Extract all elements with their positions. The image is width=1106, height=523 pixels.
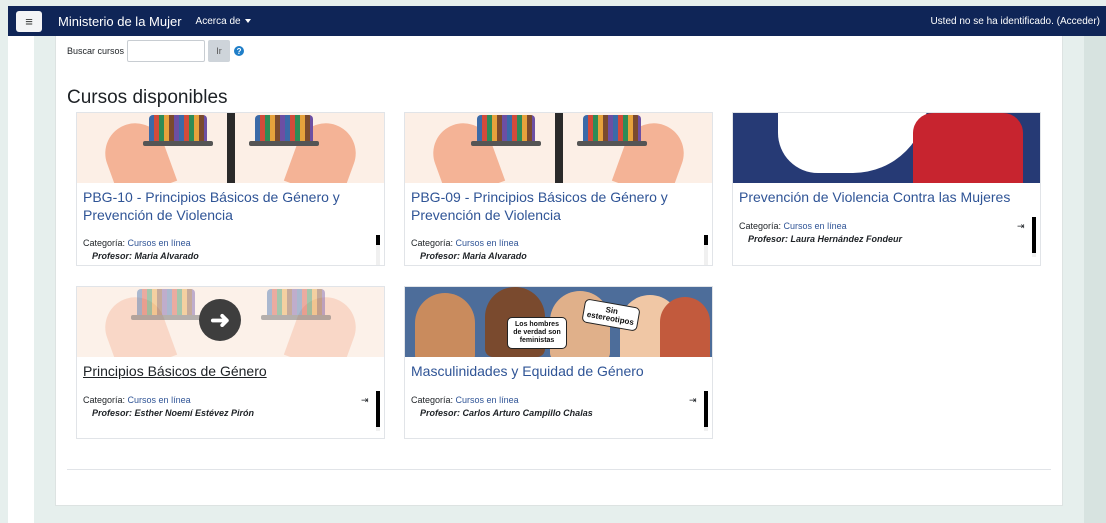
acerca-label: Acerca de bbox=[195, 15, 241, 27]
sign-in-icon[interactable]: ⇥ bbox=[689, 395, 697, 406]
arrow-right-icon: ➜ bbox=[199, 299, 241, 341]
course-title-link[interactable]: Prevención de Violencia Contra las Mujer… bbox=[739, 188, 1019, 206]
left-gutter bbox=[8, 36, 34, 523]
search-label: Buscar cursos bbox=[67, 46, 125, 56]
sign-in-icon[interactable]: ⇥ bbox=[1017, 221, 1025, 232]
category-link[interactable]: Cursos en línea bbox=[128, 238, 191, 248]
course-card: Los hombres de verdad son feministas Sin… bbox=[404, 286, 713, 439]
scrollbar[interactable] bbox=[704, 235, 708, 265]
scrollbar[interactable] bbox=[1032, 217, 1036, 257]
caret-down-icon bbox=[244, 19, 251, 23]
course-professor: Profesor: Carlos Arturo Campillo Chalas bbox=[420, 408, 593, 418]
course-image-scale-arrow[interactable]: ➜ bbox=[77, 287, 384, 357]
course-image-scale[interactable] bbox=[405, 113, 712, 183]
course-card: PBG-09 - Principios Básicos de Género y … bbox=[404, 112, 713, 266]
course-image-cartoon[interactable]: Los hombres de verdad son feministas Sin… bbox=[405, 287, 712, 357]
site-brand[interactable]: Ministerio de la Mujer bbox=[58, 14, 182, 29]
category-label: Categoría: bbox=[83, 395, 126, 405]
course-search-form: Buscar cursos Ir ? bbox=[67, 40, 245, 62]
scrollbar[interactable] bbox=[704, 391, 708, 431]
category-link[interactable]: Cursos en línea bbox=[456, 395, 519, 405]
course-category: Categoría: Cursos en línea bbox=[83, 238, 191, 248]
course-category: Categoría: Cursos en línea bbox=[411, 238, 519, 248]
search-input[interactable] bbox=[127, 40, 206, 62]
course-image-scale[interactable] bbox=[77, 113, 384, 183]
category-link[interactable]: Cursos en línea bbox=[128, 395, 191, 405]
acerca-dropdown[interactable]: Acerca de bbox=[196, 16, 251, 27]
category-label: Categoría: bbox=[83, 238, 126, 248]
help-icon[interactable]: ? bbox=[234, 46, 245, 56]
course-professor: Profesor: Laura Hernández Fondeur bbox=[748, 234, 903, 244]
course-title-link[interactable]: Principios Básicos de Género bbox=[83, 362, 363, 380]
course-title-link[interactable]: PBG-09 - Principios Básicos de Género y … bbox=[411, 188, 691, 224]
course-card: Prevención de Violencia Contra las Mujer… bbox=[732, 112, 1041, 266]
course-card: ➜ Principios Básicos de Género Categoría… bbox=[76, 286, 385, 439]
category-link[interactable]: Cursos en línea bbox=[456, 238, 519, 248]
login-status-link[interactable]: Usted no se ha identificado. (Acceder) bbox=[930, 16, 1100, 27]
top-navbar: ≡ Ministerio de la Mujer Acerca de Usted… bbox=[8, 6, 1106, 36]
course-category: Categoría: Cursos en línea bbox=[411, 395, 519, 405]
course-professor: Profesor: Maria Alvarado bbox=[92, 251, 199, 261]
category-label: Categoría: bbox=[411, 238, 454, 248]
category-label: Categoría: bbox=[411, 395, 454, 405]
category-label: Categoría: bbox=[739, 221, 782, 231]
speech-bubble-left: Los hombres de verdad son feministas bbox=[507, 317, 567, 349]
course-professor: Profesor: Esther Noemí Estévez Pirón bbox=[92, 408, 255, 418]
scrollbar[interactable] bbox=[376, 235, 380, 265]
section-title: Cursos disponibles bbox=[67, 87, 228, 108]
hamburger-icon[interactable]: ≡ bbox=[16, 10, 42, 32]
course-card: PBG-10 - Principios Básicos de Género y … bbox=[76, 112, 385, 266]
course-image-violence[interactable] bbox=[733, 113, 1040, 183]
course-category: Categoría: Cursos en línea bbox=[83, 395, 191, 405]
right-gutter bbox=[1084, 36, 1106, 523]
course-title-link[interactable]: PBG-10 - Principios Básicos de Género y … bbox=[83, 188, 363, 224]
category-link[interactable]: Cursos en línea bbox=[784, 221, 847, 231]
scrollbar[interactable] bbox=[376, 391, 380, 431]
course-professor: Profesor: Maria Alvarado bbox=[420, 251, 527, 261]
sign-in-icon[interactable]: ⇥ bbox=[361, 395, 369, 406]
course-category: Categoría: Cursos en línea bbox=[739, 221, 847, 231]
search-button[interactable]: Ir bbox=[208, 40, 231, 62]
footer-divider bbox=[67, 469, 1051, 470]
course-title-link[interactable]: Masculinidades y Equidad de Género bbox=[411, 362, 691, 380]
